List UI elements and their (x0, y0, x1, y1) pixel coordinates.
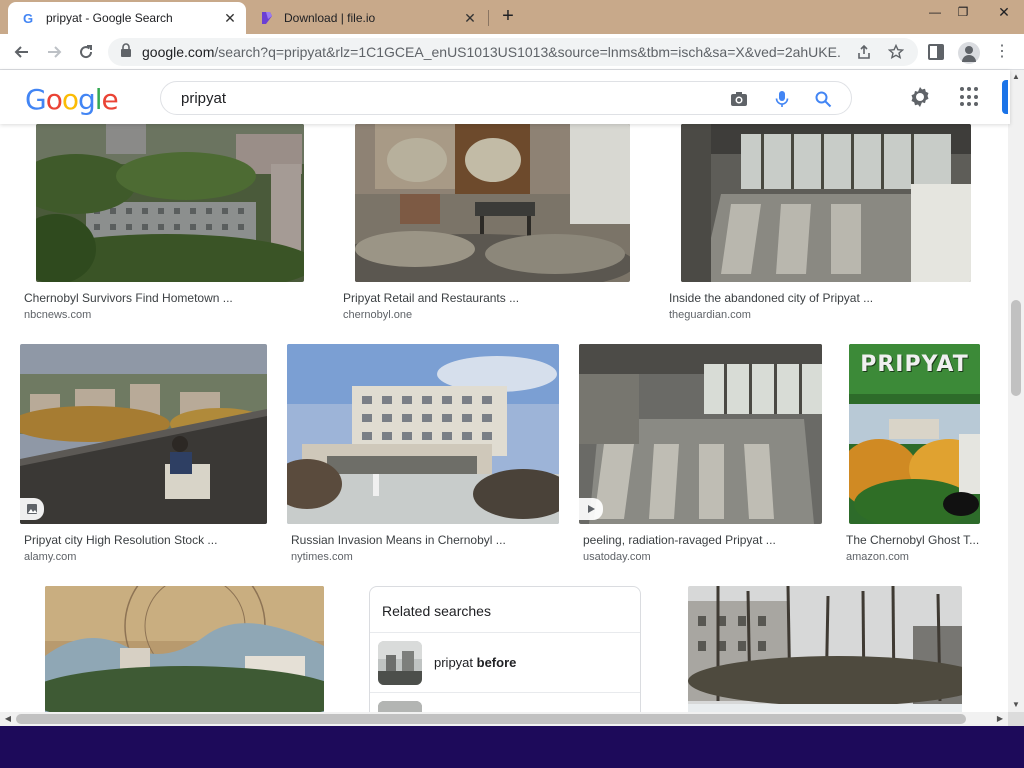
browser-toolbar: google.com/search?q=pripyat&rlz=1C1GCEA_… (0, 34, 1024, 70)
image-type-icon (20, 498, 44, 520)
google-favicon-icon: G (22, 10, 34, 26)
sign-in-button[interactable] (1002, 80, 1008, 114)
minimize-window-button[interactable]: — (920, 0, 950, 24)
result-source[interactable]: chernobyl.one (343, 309, 412, 321)
logo-letter: e (101, 83, 119, 116)
url-host: google.com (142, 44, 215, 60)
kebab-menu-icon[interactable]: ⋮ (994, 43, 1010, 61)
related-search-label[interactable]: pripyat before (434, 655, 516, 670)
url-text[interactable]: google.com/search?q=pripyat&rlz=1C1GCEA_… (142, 44, 842, 60)
related-search-highlight: before (476, 655, 517, 670)
logo-letter: g (77, 83, 96, 116)
url-path: /search?q=pripyat&rlz=1C1GCEA_enUS1013US… (214, 44, 842, 60)
video-play-icon (579, 498, 603, 520)
horizontal-scroll-thumb[interactable] (16, 714, 966, 724)
vertical-scroll-thumb[interactable] (1011, 300, 1021, 396)
google-header: Google (0, 70, 1010, 124)
tab-title: Download | file.io (284, 11, 376, 25)
related-search-thumbnail[interactable] (378, 701, 422, 712)
result-title[interactable]: Chernobyl Survivors Find Hometown ... (24, 291, 314, 305)
lock-icon[interactable] (120, 42, 132, 62)
result-thumbnail[interactable] (355, 124, 630, 282)
result-source[interactable]: nytimes.com (291, 551, 353, 563)
new-tab-button[interactable]: + (496, 6, 520, 28)
image-result-card[interactable]: Pripyat city High Resolution Stock ... a… (20, 344, 268, 568)
result-title[interactable]: Pripyat city High Resolution Stock ... (24, 533, 264, 547)
tab-title: pripyat - Google Search (46, 11, 173, 25)
reload-icon[interactable] (74, 40, 98, 64)
close-tab-icon[interactable]: ✕ (460, 8, 480, 28)
result-thumbnail[interactable] (20, 344, 267, 524)
result-title[interactable]: The Chernobyl Ghost T... (846, 533, 984, 547)
image-result-card[interactable]: peeling, radiation-ravaged Pripyat ... u… (579, 344, 822, 568)
result-thumbnail[interactable] (36, 124, 304, 282)
image-result-card[interactable]: Inside the abandoned city of Pripyat ...… (665, 124, 987, 324)
logo-letter: l (94, 83, 103, 116)
result-source[interactable]: usatoday.com (583, 551, 651, 563)
result-title[interactable]: peeling, radiation-ravaged Pripyat ... (583, 533, 819, 547)
share-icon[interactable] (856, 44, 872, 60)
scroll-right-arrow-icon[interactable]: ▶ (992, 712, 1008, 726)
vertical-scrollbar[interactable]: ▲ ▼ (1008, 70, 1024, 712)
related-search-item[interactable] (370, 692, 640, 712)
camera-search-icon[interactable] (730, 90, 748, 108)
related-search-item[interactable]: pripyat before (370, 632, 640, 692)
result-thumbnail[interactable] (681, 124, 971, 282)
result-thumbnail[interactable] (688, 586, 962, 712)
image-result-card[interactable] (662, 586, 988, 712)
tab-divider (488, 10, 489, 26)
settings-gear-icon[interactable] (908, 85, 932, 109)
image-result-card[interactable] (20, 586, 350, 712)
scroll-down-arrow-icon[interactable]: ▼ (1008, 698, 1024, 712)
forward-arrow-icon[interactable] (42, 40, 66, 64)
close-window-button[interactable]: ✕ (984, 0, 1024, 24)
result-thumbnail[interactable]: PRIPYAT (849, 344, 980, 524)
result-title[interactable]: Inside the abandoned city of Pripyat ... (669, 291, 969, 305)
result-source[interactable]: amazon.com (846, 551, 909, 563)
browser-tab-strip: G pripyat - Google Search ✕ Download | f… (0, 0, 1024, 34)
microphone-icon[interactable] (773, 90, 791, 108)
result-thumbnail[interactable] (579, 344, 822, 524)
image-result-card[interactable]: Russian Invasion Means in Chernobyl ... … (287, 344, 559, 568)
os-taskbar (0, 726, 1024, 768)
tab-google-search[interactable]: G pripyat - Google Search ✕ (8, 2, 246, 34)
result-source[interactable]: alamy.com (24, 551, 76, 563)
result-source[interactable]: nbcnews.com (24, 309, 91, 321)
image-result-card[interactable]: PRIPYAT The Chernobyl Ghost T... amazon.… (842, 344, 988, 568)
result-title[interactable]: Pripyat Retail and Restaurants ... (343, 291, 633, 305)
logo-letter: o (45, 83, 63, 116)
result-thumbnail[interactable] (45, 586, 324, 712)
scroll-left-arrow-icon[interactable]: ◀ (0, 712, 16, 726)
google-apps-grid-icon[interactable] (960, 87, 980, 107)
image-results-grid: Chernobyl Survivors Find Hometown ... nb… (0, 124, 1008, 712)
scroll-up-arrow-icon[interactable]: ▲ (1008, 70, 1024, 84)
bookmark-star-icon[interactable] (888, 44, 904, 60)
restore-window-button[interactable]: ❐ (948, 0, 978, 24)
result-title[interactable]: Russian Invasion Means in Chernobyl ... (291, 533, 557, 547)
fileio-favicon-icon (260, 11, 274, 25)
logo-letter: o (61, 83, 79, 116)
result-thumbnail[interactable] (287, 344, 559, 524)
search-icon[interactable] (814, 90, 832, 108)
tab-file-io[interactable]: Download | file.io ✕ (250, 2, 486, 34)
related-search-query: pripyat (434, 655, 477, 670)
scrollbar-corner (1008, 712, 1024, 726)
book-cover-title: PRIPYAT (860, 352, 969, 377)
profile-avatar-icon[interactable] (958, 42, 980, 64)
image-result-card[interactable]: Chernobyl Survivors Find Hometown ... nb… (20, 124, 320, 324)
search-box[interactable] (160, 81, 852, 115)
related-searches-heading: Related searches (382, 603, 491, 619)
back-arrow-icon[interactable] (10, 40, 34, 64)
related-search-thumbnail[interactable] (378, 641, 422, 685)
logo-letter: G (25, 83, 47, 116)
search-input[interactable] (181, 90, 681, 107)
side-panel-icon[interactable] (928, 44, 944, 60)
close-tab-icon[interactable]: ✕ (220, 8, 240, 28)
image-result-card[interactable]: Pripyat Retail and Restaurants ... chern… (339, 124, 645, 324)
address-bar[interactable]: google.com/search?q=pripyat&rlz=1C1GCEA_… (108, 38, 918, 66)
result-source[interactable]: theguardian.com (669, 309, 751, 321)
related-searches-panel: Related searches pripyat before (369, 586, 641, 712)
horizontal-scrollbar[interactable]: ◀ ▶ (0, 712, 1008, 726)
google-logo[interactable]: Google (25, 83, 119, 116)
